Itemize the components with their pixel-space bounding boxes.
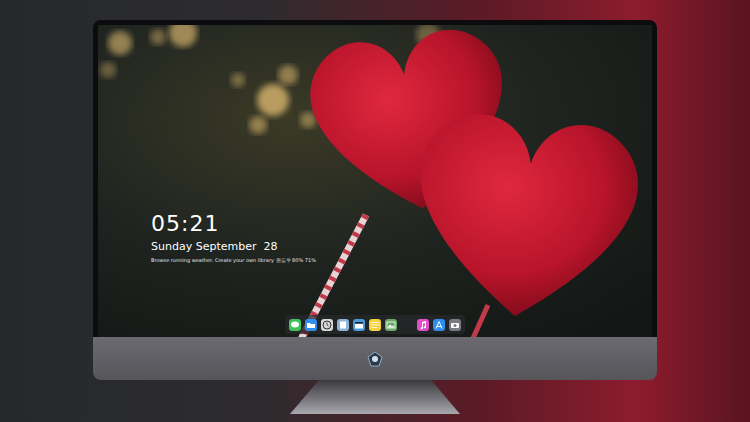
clock-icon[interactable] bbox=[321, 319, 333, 331]
clock-info: Browse running weather. Create your own … bbox=[151, 257, 316, 264]
dock bbox=[285, 315, 465, 334]
dock-separator bbox=[401, 319, 413, 331]
clock-date: Sunday September 28 bbox=[151, 240, 316, 254]
monitor-bezel: 05:21 Sunday September 28 Browse running w… bbox=[93, 20, 657, 337]
files-icon[interactable] bbox=[305, 319, 317, 331]
messages-icon[interactable] bbox=[289, 319, 301, 331]
monitor-chin bbox=[93, 337, 657, 380]
music-icon[interactable] bbox=[417, 319, 429, 331]
brand-logo-icon bbox=[367, 351, 383, 367]
preview-icon[interactable] bbox=[337, 319, 349, 331]
video-icon[interactable] bbox=[353, 319, 365, 331]
camera-icon[interactable] bbox=[449, 319, 461, 331]
wallpaper-photo bbox=[98, 25, 652, 337]
lockscreen-clock: 05:21 Sunday September 28 Browse running w… bbox=[151, 211, 316, 264]
photos-icon[interactable] bbox=[385, 319, 397, 331]
clock-time: 05:21 bbox=[151, 211, 316, 237]
desktop-screen: 05:21 Sunday September 28 Browse running w… bbox=[98, 25, 652, 337]
page-background: 05:21 Sunday September 28 Browse running w… bbox=[0, 0, 750, 422]
notes-icon[interactable] bbox=[369, 319, 381, 331]
store-icon[interactable] bbox=[433, 319, 445, 331]
monitor: 05:21 Sunday September 28 Browse running w… bbox=[93, 20, 657, 422]
monitor-stand bbox=[290, 380, 460, 414]
